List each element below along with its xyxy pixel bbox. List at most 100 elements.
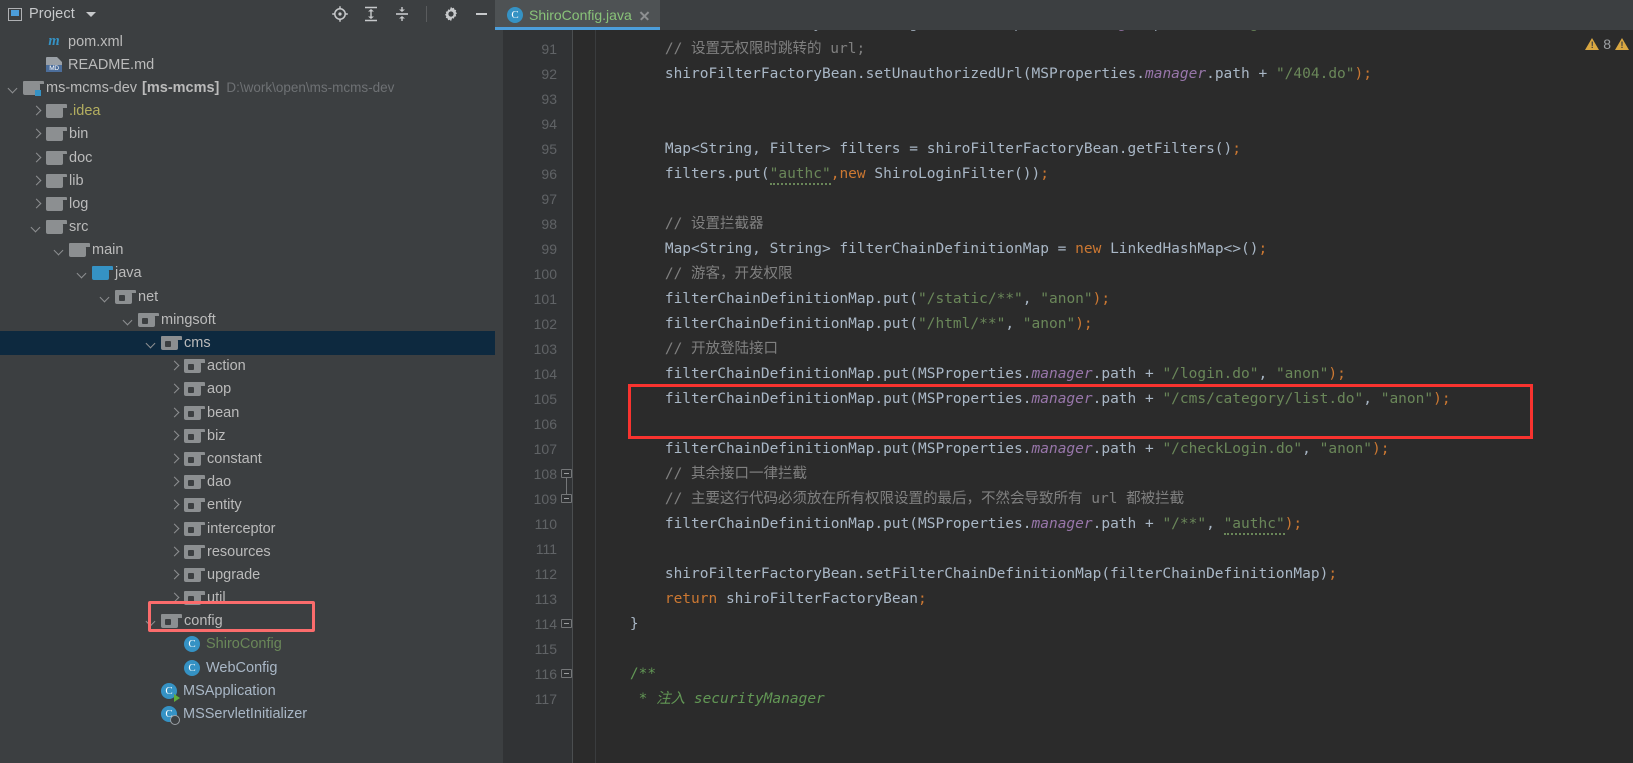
code-line-97[interactable]: 97 — [495, 187, 1633, 212]
code-line-91[interactable]: 91 // 设置无权限时跳转的 url; — [495, 37, 1633, 62]
code-line-103[interactable]: 103 // 开放登陆接口 — [495, 337, 1633, 362]
code-fold-icon[interactable] — [561, 669, 572, 680]
code-line-94[interactable]: 94 — [495, 112, 1633, 137]
code-line-112[interactable]: 112 shiroFilterFactoryBean.setFilterChai… — [495, 562, 1633, 587]
tree-item-biz[interactable]: biz — [0, 424, 495, 447]
tree-item-util[interactable]: util — [0, 587, 495, 610]
code-line-95[interactable]: 95 Map<String, Filter> filters = shiroFi… — [495, 137, 1633, 162]
tree-item-resources[interactable]: resources — [0, 540, 495, 563]
tree-item-msapplication[interactable]: C MSApplication — [0, 679, 495, 702]
code-line-113[interactable]: 113 return shiroFilterFactoryBean; — [495, 587, 1633, 612]
tree-item-config[interactable]: config — [0, 610, 495, 633]
tree-item-log[interactable]: log — [0, 192, 495, 215]
minimize-panel-icon[interactable] — [473, 5, 489, 23]
tree-item-interceptor[interactable]: interceptor — [0, 517, 495, 540]
tree-item-bin[interactable]: bin — [0, 123, 495, 146]
tree-item-net[interactable]: net — [0, 285, 495, 308]
chevron-down-icon[interactable] — [85, 11, 96, 17]
tree-item-webconfig[interactable]: C WebConfig — [0, 656, 495, 679]
chevron-right-icon[interactable] — [31, 175, 42, 186]
tree-item-msmcmsdev[interactable]: ms-mcms-dev [ms-mcms] D:\work\open\ms-mcms… — [0, 76, 495, 99]
tree-item-doc[interactable]: doc — [0, 146, 495, 169]
code-line-99[interactable]: 99 Map<String, String> filterChainDefini… — [495, 237, 1633, 262]
code-line-104[interactable]: 104 filterChainDefinitionMap.put(MSPrope… — [495, 362, 1633, 387]
code-line-96[interactable]: 96 filters.put("authc",new ShiroLoginFil… — [495, 162, 1633, 187]
editor-body[interactable]: 90 shiroFilterFactoryBean.setLoginUrl(MS… — [495, 30, 1633, 763]
expand-all-icon[interactable] — [362, 5, 380, 23]
tree-item-action[interactable]: action — [0, 355, 495, 378]
code-fold-icon[interactable] — [561, 619, 572, 630]
tree-item-mingsoft[interactable]: mingsoft — [0, 308, 495, 331]
tree-item-upgrade[interactable]: upgrade — [0, 563, 495, 586]
chevron-down-icon[interactable] — [54, 245, 65, 256]
code-line-116[interactable]: 116 /** — [495, 662, 1633, 687]
editor-tab-shiroconfig[interactable]: C ShiroConfig.java — [495, 0, 660, 30]
tree-item-entity[interactable]: entity — [0, 494, 495, 517]
chevron-down-icon[interactable] — [146, 616, 157, 627]
code-line-101[interactable]: 101 filterChainDefinitionMap.put("/stati… — [495, 287, 1633, 312]
code-line-text: filterChainDefinitionMap.put(MSPropertie… — [595, 362, 1346, 387]
tree-item-msservletinitializer[interactable]: C MSServletInitializer — [0, 702, 495, 726]
chevron-down-icon[interactable] — [100, 291, 111, 302]
code-line-114[interactable]: 114 } — [495, 612, 1633, 637]
tree-item-main[interactable]: main — [0, 239, 495, 262]
tree-item-idea[interactable]: .idea — [0, 100, 495, 123]
chevron-right-icon[interactable] — [169, 361, 180, 372]
code-line-111[interactable]: 111 — [495, 537, 1633, 562]
tree-item-aop[interactable]: aop — [0, 378, 495, 401]
code-line-102[interactable]: 102 filterChainDefinitionMap.put("/html/… — [495, 312, 1633, 337]
chevron-down-icon[interactable] — [77, 268, 88, 279]
code-fold-icon[interactable] — [561, 485, 572, 505]
code-line-108[interactable]: 108 // 其余接口一律拦截 — [495, 462, 1633, 488]
code-line-98[interactable]: 98 // 设置拦截器 — [495, 212, 1633, 237]
tree-item-dao[interactable]: dao — [0, 471, 495, 494]
tree-item-cms[interactable]: cms — [0, 331, 495, 355]
code-content[interactable]: 90 shiroFilterFactoryBean.setLoginUrl(MS… — [495, 30, 1633, 763]
code-line-107[interactable]: 107 filterChainDefinitionMap.put(MSPrope… — [495, 437, 1633, 462]
chevron-right-icon[interactable] — [169, 546, 180, 557]
tree-item-src[interactable]: src — [0, 216, 495, 239]
code-line-109[interactable]: 109 // 主要这行代码必须放在所有权限设置的最后，不然会导致所有 url 都… — [495, 485, 1633, 512]
tree-item-constant[interactable]: constant — [0, 447, 495, 470]
chevron-down-icon[interactable] — [123, 314, 134, 325]
tree-item-bean[interactable]: bean — [0, 401, 495, 424]
tree-item-lib[interactable]: lib — [0, 169, 495, 192]
chevron-right-icon[interactable] — [169, 384, 180, 395]
chevron-right-icon[interactable] — [169, 430, 180, 441]
code-fold-icon[interactable] — [561, 469, 572, 488]
chevron-right-icon[interactable] — [169, 500, 180, 511]
code-line-110[interactable]: 110 filterChainDefinitionMap.put(MSPrope… — [495, 512, 1633, 537]
chevron-right-icon[interactable] — [169, 523, 180, 534]
chevron-right-icon[interactable] — [169, 593, 180, 604]
class-icon: C — [184, 659, 200, 676]
chevron-right-icon[interactable] — [31, 129, 42, 140]
chevron-right-icon[interactable] — [31, 198, 42, 209]
code-line-117[interactable]: 117 * 注入 securityManager — [495, 687, 1633, 712]
chevron-right-icon[interactable] — [169, 407, 180, 418]
code-line-106[interactable]: 106 — [495, 412, 1633, 437]
code-line-100[interactable]: 100 // 游客，开发权限 — [495, 262, 1633, 287]
tree-item-readmemd[interactable]: README.md — [0, 53, 495, 76]
inspection-status[interactable]: 8 — [1585, 36, 1629, 52]
chevron-right-icon[interactable] — [31, 152, 42, 163]
chevron-right-icon[interactable] — [169, 569, 180, 580]
code-line-93[interactable]: 93 — [495, 87, 1633, 112]
chevron-right-icon[interactable] — [169, 477, 180, 488]
chevron-down-icon[interactable] — [31, 222, 42, 233]
code-line-115[interactable]: 115 — [495, 637, 1633, 662]
tree-item-pomxml[interactable]: m pom.xml — [0, 30, 495, 53]
chevron-right-icon[interactable] — [169, 453, 180, 464]
chevron-down-icon[interactable] — [146, 338, 157, 349]
code-line-92[interactable]: 92 shiroFilterFactoryBean.setUnauthorize… — [495, 62, 1633, 87]
code-line-90[interactable]: 90 shiroFilterFactoryBean.setLoginUrl(MS… — [495, 30, 1633, 37]
tree-item-shiroconfig[interactable]: C ShiroConfig — [0, 633, 495, 656]
locate-icon[interactable] — [331, 5, 349, 23]
settings-gear-icon[interactable] — [442, 5, 460, 23]
close-icon[interactable] — [638, 9, 651, 22]
chevron-right-icon[interactable] — [31, 106, 42, 117]
chevron-down-icon[interactable] — [8, 82, 19, 93]
code-line-105[interactable]: 105 filterChainDefinitionMap.put(MSPrope… — [495, 387, 1633, 412]
project-panel-title-group[interactable]: Project — [8, 6, 96, 22]
tree-item-java[interactable]: java — [0, 262, 495, 285]
collapse-all-icon[interactable] — [393, 5, 411, 23]
